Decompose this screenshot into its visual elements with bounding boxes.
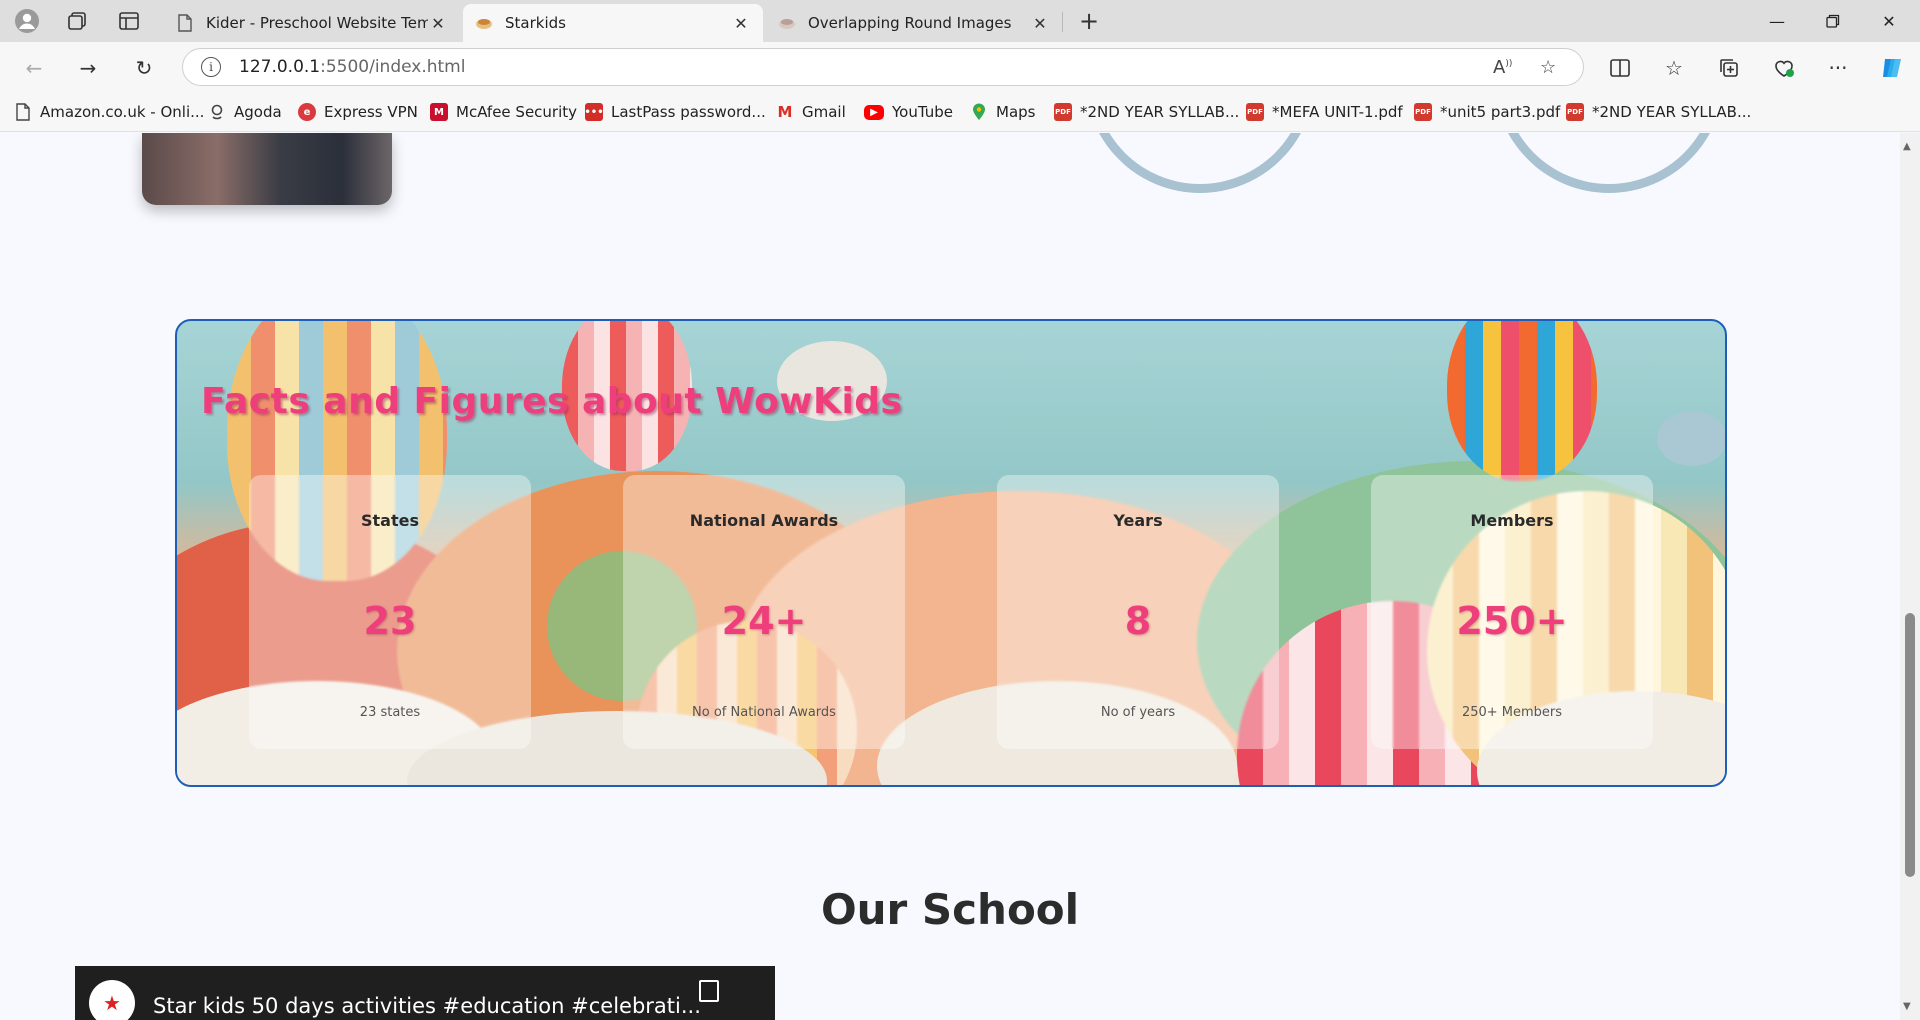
- page-icon: [14, 103, 32, 121]
- agoda-icon: [208, 103, 226, 121]
- stat-card-members: Members 250+ 250+ Members: [1371, 475, 1653, 749]
- gmail-icon: M: [777, 103, 793, 121]
- lastpass-icon: •••: [584, 103, 604, 121]
- youtube-video-embed[interactable]: ★ Star kids 50 days activities #educatio…: [75, 966, 775, 1020]
- expressvpn-icon: e: [298, 103, 316, 121]
- favorites-icon[interactable]: ☆: [1658, 52, 1690, 84]
- bookmark-mcafee[interactable]: M McAfee Security: [430, 101, 577, 123]
- forward-icon[interactable]: →: [72, 52, 104, 84]
- tab-title: Kider - Preschool Website Templa: [206, 14, 428, 32]
- tab-separator: [1062, 12, 1063, 32]
- navigation-bar: ← → ↻ i 127.0.0.1:5500/index.html A)) ☆ …: [0, 42, 1920, 92]
- close-icon[interactable]: ✕: [731, 14, 751, 33]
- tab-title: Starkids: [505, 14, 566, 32]
- youtube-icon: ▶: [864, 104, 884, 120]
- stat-value: 8: [1124, 599, 1152, 643]
- tab-title: Overlapping Round Images: [808, 14, 1012, 32]
- bookmark-mefa[interactable]: PDF *MEFA UNIT-1.pdf: [1246, 101, 1403, 123]
- bookmark-maps[interactable]: Maps: [970, 101, 1035, 123]
- decorative-arc: [1037, 133, 1363, 241]
- profile-icon[interactable]: [10, 8, 44, 34]
- favorite-star-icon[interactable]: ☆: [1540, 57, 1556, 78]
- close-window-icon[interactable]: ✕: [1866, 6, 1912, 36]
- stat-label: Members: [1470, 511, 1554, 530]
- collections-icon[interactable]: [1713, 52, 1745, 84]
- stat-label: Years: [1113, 511, 1163, 530]
- bookmarks-bar: Amazon.co.uk - Onli... Agoda e Express V…: [0, 92, 1920, 132]
- scroll-up-icon[interactable]: ▲: [1903, 141, 1911, 152]
- pdf-icon: PDF: [1414, 103, 1432, 121]
- maps-pin-icon: [970, 103, 988, 121]
- close-icon[interactable]: ✕: [1030, 14, 1050, 33]
- site-info-icon[interactable]: i: [201, 57, 221, 77]
- copilot-icon[interactable]: [1876, 52, 1908, 84]
- bookmark-youtube[interactable]: ▶ YouTube: [864, 101, 953, 123]
- read-aloud-icon[interactable]: A)): [1493, 57, 1512, 78]
- video-title[interactable]: Star kids 50 days activities #education …: [153, 994, 701, 1018]
- couple-photo: [142, 133, 392, 205]
- stat-card-awards: National Awards 24+ No of National Award…: [623, 475, 905, 749]
- scroll-down-icon[interactable]: ▼: [1903, 1001, 1911, 1012]
- bookmark-lastpass[interactable]: ••• LastPass password...: [584, 101, 766, 123]
- scrollbar-thumb[interactable]: [1905, 613, 1915, 877]
- minimize-icon[interactable]: —: [1754, 6, 1800, 36]
- stat-value: 250+: [1456, 599, 1568, 643]
- facts-section: Facts and Figures about WowKids States 2…: [175, 319, 1727, 787]
- stat-card-states: States 23 23 states: [249, 475, 531, 749]
- stat-label: States: [361, 511, 419, 530]
- page-scrollbar[interactable]: ▲ ▼: [1900, 133, 1920, 1020]
- pdf-icon: PDF: [1054, 103, 1072, 121]
- page-icon: [176, 14, 194, 32]
- stat-value: 23: [363, 599, 417, 643]
- page-content: Facts and Figures about WowKids States 2…: [0, 133, 1900, 1020]
- starkids-favicon-icon: [475, 14, 493, 32]
- bookmark-agoda[interactable]: Agoda: [208, 101, 282, 123]
- restore-icon[interactable]: [1810, 6, 1856, 36]
- stat-card-years: Years 8 No of years: [997, 475, 1279, 749]
- mcafee-shield-icon: M: [430, 103, 448, 121]
- stat-description: 23 states: [359, 705, 421, 720]
- tab-overlapping[interactable]: Overlapping Round Images ✕: [766, 4, 1062, 42]
- bookmark-amazon[interactable]: Amazon.co.uk - Onli...: [14, 101, 204, 123]
- pdf-icon: PDF: [1566, 103, 1584, 121]
- back-icon[interactable]: ←: [18, 52, 50, 84]
- pdf-icon: PDF: [1246, 103, 1264, 121]
- address-bar[interactable]: i 127.0.0.1:5500/index.html A)) ☆: [182, 48, 1584, 86]
- tab-bar: Kider - Preschool Website Templa ✕ Stark…: [0, 0, 1920, 42]
- tab-kider[interactable]: Kider - Preschool Website Templa ✕: [164, 4, 460, 42]
- stat-description: No of National Awards: [692, 705, 836, 720]
- stat-value: 24+: [721, 599, 807, 643]
- bookmark-expressvpn[interactable]: e Express VPN: [298, 101, 418, 123]
- workspaces-icon[interactable]: [60, 8, 94, 34]
- tab-actions-icon[interactable]: [112, 8, 146, 34]
- bookmark-syllabus-2[interactable]: PDF *2ND YEAR SYLLAB...: [1566, 101, 1751, 123]
- close-icon[interactable]: ✕: [428, 14, 448, 33]
- our-school-heading: Our School: [820, 885, 1080, 934]
- stat-description: No of years: [1100, 705, 1176, 720]
- bookmark-gmail[interactable]: M Gmail: [776, 101, 846, 123]
- bookmark-syllabus-1[interactable]: PDF *2ND YEAR SYLLAB...: [1054, 101, 1239, 123]
- channel-logo[interactable]: ★: [89, 980, 135, 1020]
- bookmark-unit5[interactable]: PDF *unit5 part3.pdf: [1414, 101, 1560, 123]
- hot-air-balloon: [1447, 321, 1597, 481]
- split-screen-icon[interactable]: [1604, 52, 1636, 84]
- new-tab-icon[interactable]: +: [1072, 7, 1106, 35]
- url-text: 127.0.0.1:5500/index.html: [239, 57, 466, 77]
- tab-starkids[interactable]: Starkids ✕: [463, 4, 763, 42]
- overlapping-favicon-icon: [778, 14, 796, 32]
- browser-essentials-icon[interactable]: [1768, 52, 1800, 84]
- stat-description: 250+ Members: [1461, 705, 1563, 720]
- copy-link-icon[interactable]: [699, 980, 719, 1002]
- stat-label: National Awards: [689, 511, 839, 530]
- cloud: [1657, 411, 1725, 466]
- facts-title: Facts and Figures about WowKids: [201, 381, 903, 422]
- refresh-icon[interactable]: ↻: [128, 52, 160, 84]
- decorative-arc: [1446, 133, 1772, 241]
- more-options-icon[interactable]: ···: [1822, 52, 1854, 84]
